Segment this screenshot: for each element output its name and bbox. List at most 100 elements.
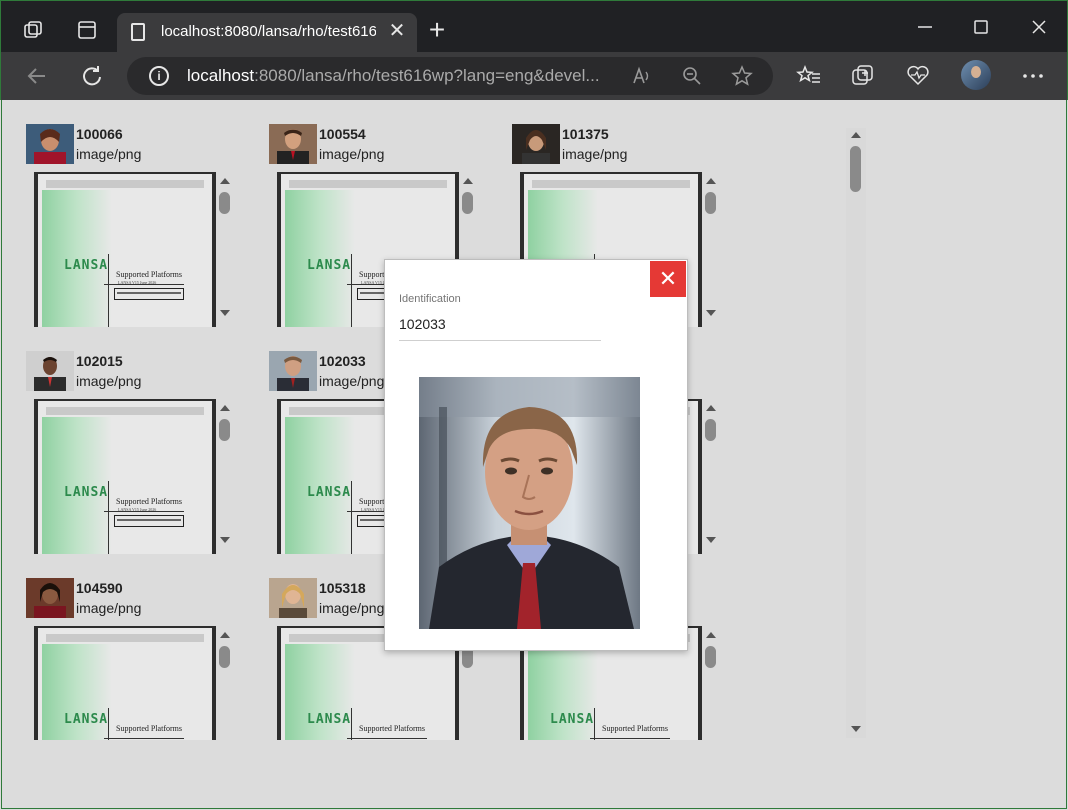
card-id: 102033 [319, 353, 366, 369]
doc-subtitle: LANSA V15 June 2026 [118, 280, 157, 285]
collections-icon[interactable] [849, 62, 877, 90]
portrait-image [419, 377, 640, 629]
thumbnail-image[interactable] [269, 124, 317, 164]
thumbnail-image[interactable] [26, 351, 74, 391]
preview-scrollbar[interactable] [218, 174, 232, 324]
card-type: image/png [76, 146, 142, 162]
scroll-up-icon[interactable] [220, 178, 230, 184]
thumbnail-image[interactable] [269, 578, 317, 618]
page-icon [131, 23, 145, 41]
doc-logo: LANSA [307, 258, 352, 273]
scroll-up-icon[interactable] [463, 178, 473, 184]
doc-logo: LANSA [307, 485, 352, 500]
workspaces-icon[interactable] [23, 19, 45, 41]
card-type: image/png [319, 600, 385, 616]
scroll-up-icon[interactable] [706, 178, 716, 184]
doc-title: Supported Platforms [359, 724, 425, 733]
document-preview: LANSA Supported Platforms LANSA V15 June… [34, 399, 216, 554]
scroll-thumb[interactable] [705, 192, 716, 214]
scroll-down-icon[interactable] [220, 537, 230, 543]
scroll-thumb[interactable] [219, 419, 230, 441]
thumbnail-image[interactable] [26, 124, 74, 164]
document-preview: LANSA Supported Platforms [34, 626, 216, 740]
scroll-thumb[interactable] [850, 146, 861, 192]
new-tab-button[interactable]: + [425, 16, 449, 44]
active-tab[interactable]: localhost:8080/lansa/rho/test616 ✕ [117, 13, 417, 53]
document-preview: LANSA Supported Platforms LANSA V15 June… [34, 172, 216, 327]
detail-dialog: ✕ Identification 102033 [384, 259, 688, 651]
scroll-down-icon[interactable] [851, 726, 861, 732]
zoom-out-icon[interactable] [681, 65, 703, 87]
thumbnail-image[interactable] [269, 351, 317, 391]
favorites-icon[interactable] [795, 62, 823, 90]
scroll-thumb[interactable] [705, 646, 716, 668]
browser-tab-bar: localhost:8080/lansa/rho/test616 ✕ + [0, 0, 1068, 53]
scroll-down-icon[interactable] [220, 310, 230, 316]
scroll-thumb[interactable] [219, 646, 230, 668]
address-path: :8080/lansa/rho/test616wp?lang=eng&devel… [254, 66, 600, 85]
doc-title: Supported Platforms [116, 724, 182, 733]
doc-logo: LANSA [64, 258, 109, 273]
preview-scrollbar[interactable] [704, 401, 718, 551]
scroll-up-icon[interactable] [220, 405, 230, 411]
card-type: image/png [562, 146, 628, 162]
card-id: 101375 [562, 126, 609, 142]
address-bar[interactable]: i localhost:8080/lansa/rho/test616wp?lan… [127, 57, 773, 95]
doc-title: Supported Platforms [116, 270, 182, 279]
preview-scrollbar[interactable] [704, 174, 718, 324]
scroll-up-icon[interactable] [220, 632, 230, 638]
card-type: image/png [319, 146, 385, 162]
card-id: 104590 [76, 580, 123, 596]
profile-avatar[interactable] [961, 60, 991, 90]
preview-scrollbar[interactable] [218, 628, 232, 740]
card-id: 100066 [76, 126, 123, 142]
doc-title: Supported Platforms [602, 724, 668, 733]
identification-field[interactable]: 102033 [399, 316, 601, 341]
image-card[interactable]: 104590 image/png LANSA Supported Platfor… [26, 578, 246, 740]
scroll-down-icon[interactable] [706, 537, 716, 543]
doc-logo: LANSA [307, 712, 352, 727]
doc-title: Supported Platforms [116, 497, 182, 506]
close-dialog-button[interactable]: ✕ [650, 261, 686, 297]
card-type: image/png [76, 600, 142, 616]
back-icon[interactable] [23, 62, 51, 90]
card-id: 100554 [319, 126, 366, 142]
address-text[interactable]: localhost:8080/lansa/rho/test616wp?lang=… [187, 66, 617, 86]
scroll-thumb[interactable] [219, 192, 230, 214]
doc-logo: LANSA [550, 712, 595, 727]
thumbnail-image[interactable] [512, 124, 560, 164]
scroll-thumb[interactable] [705, 419, 716, 441]
refresh-icon[interactable] [78, 62, 106, 90]
preview-scrollbar[interactable] [704, 628, 718, 740]
thumbnail-image[interactable] [26, 578, 74, 618]
card-id: 105318 [319, 580, 366, 596]
browser-nav-bar: i localhost:8080/lansa/rho/test616wp?lan… [0, 52, 1068, 100]
doc-logo: LANSA [64, 712, 109, 727]
more-options-icon[interactable] [1019, 62, 1047, 90]
main-scrollbar[interactable] [846, 128, 866, 738]
image-card[interactable]: 100066 image/png LANSA Supported Platfor… [26, 124, 246, 344]
scroll-up-icon[interactable] [706, 632, 716, 638]
scroll-thumb[interactable] [462, 192, 473, 214]
image-card[interactable]: 102015 image/png LANSA Supported Platfor… [26, 351, 246, 571]
card-type: image/png [319, 373, 385, 389]
identification-label: Identification [399, 293, 461, 305]
scroll-up-icon[interactable] [706, 405, 716, 411]
tab-close-icon[interactable]: ✕ [387, 21, 407, 41]
favorite-star-icon[interactable] [731, 65, 753, 87]
doc-logo: LANSA [64, 485, 109, 500]
preview-scrollbar[interactable] [218, 401, 232, 551]
close-window-icon[interactable] [1027, 15, 1051, 39]
tab-title: localhost:8080/lansa/rho/test616 [161, 23, 376, 40]
card-id: 102015 [76, 353, 123, 369]
tab-actions-icon[interactable] [76, 19, 98, 41]
scroll-down-icon[interactable] [706, 310, 716, 316]
read-aloud-icon[interactable] [631, 65, 653, 87]
maximize-icon[interactable] [969, 15, 993, 39]
minimize-icon[interactable] [913, 15, 937, 39]
card-type: image/png [76, 373, 142, 389]
page-content: 100066 image/png LANSA Supported Platfor… [1, 100, 1067, 809]
site-info-icon[interactable]: i [149, 66, 169, 86]
scroll-up-icon[interactable] [851, 132, 861, 138]
browser-essentials-icon[interactable] [904, 62, 932, 90]
